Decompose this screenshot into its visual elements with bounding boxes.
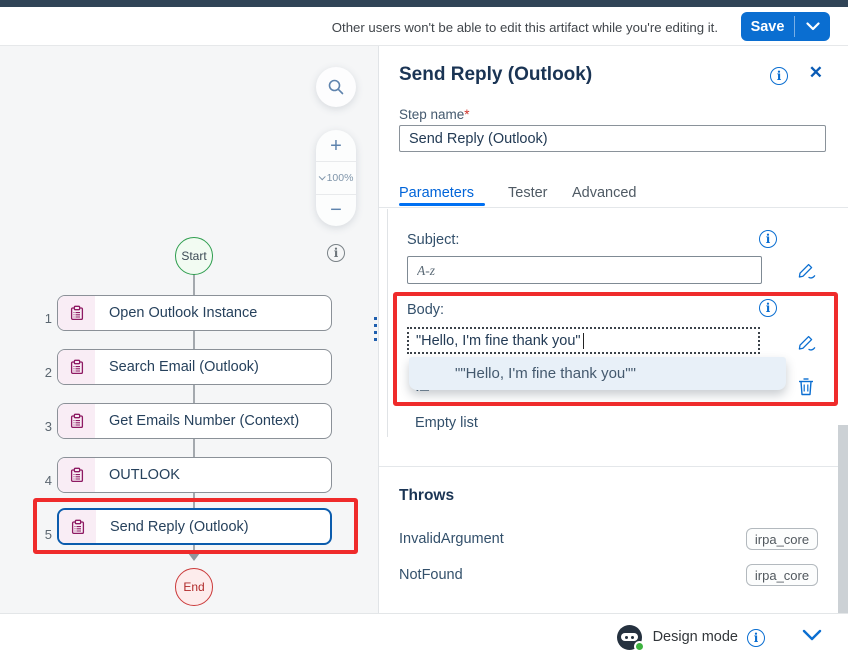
step-node-search-email[interactable]: Search Email (Outlook) bbox=[57, 349, 332, 385]
clipboard-icon bbox=[58, 350, 95, 384]
step-label: Get Emails Number (Context) bbox=[95, 404, 299, 438]
end-node[interactable]: End bbox=[175, 568, 213, 606]
search-icon bbox=[327, 78, 345, 96]
step-number: 1 bbox=[38, 311, 52, 326]
chevron-down-icon bbox=[806, 22, 820, 31]
panel-title: Send Reply (Outlook) bbox=[399, 64, 592, 86]
step-number: 3 bbox=[38, 419, 52, 434]
throws-heading: Throws bbox=[399, 487, 454, 505]
zoom-level-value: 100% bbox=[327, 172, 354, 184]
design-mode-label: Design mode bbox=[653, 629, 738, 645]
text-caret bbox=[583, 333, 584, 349]
canvas-search-button[interactable] bbox=[316, 67, 356, 107]
edit-expression-button[interactable] bbox=[795, 260, 817, 282]
tab-parameters[interactable]: Parameters bbox=[399, 185, 474, 201]
body-input-value: "Hello, I'm fine thank you" bbox=[416, 333, 581, 349]
delete-button[interactable] bbox=[795, 376, 817, 400]
step-label: Send Reply (Outlook) bbox=[96, 510, 249, 543]
bot-mode-icon bbox=[617, 625, 642, 650]
zoom-out-button[interactable]: − bbox=[316, 195, 356, 226]
zoom-controls: + 100% − bbox=[316, 130, 356, 226]
throw-item-name: InvalidArgument bbox=[399, 531, 504, 547]
status-dot-icon bbox=[634, 641, 645, 652]
step-name-input[interactable] bbox=[399, 125, 826, 152]
save-dropdown-button[interactable] bbox=[795, 12, 830, 41]
start-node[interactable]: Start bbox=[175, 237, 213, 275]
edit-lock-notice: Other users won't be able to edit this a… bbox=[332, 20, 718, 35]
chevron-down-icon bbox=[318, 174, 325, 181]
autocomplete-suggestion[interactable]: ""Hello, I'm fine thank you"" bbox=[409, 357, 786, 390]
close-icon[interactable]: ✕ bbox=[809, 63, 823, 83]
zoom-in-button[interactable]: + bbox=[316, 130, 356, 161]
step-node-open-outlook-instance[interactable]: Open Outlook Instance bbox=[57, 295, 332, 331]
info-icon[interactable]: i bbox=[770, 67, 788, 85]
autocomplete-dropdown: ""Hello, I'm fine thank you"" bbox=[409, 357, 786, 390]
edit-expression-button[interactable] bbox=[795, 332, 817, 354]
step-label: OUTLOOK bbox=[95, 458, 180, 492]
info-icon[interactable]: i bbox=[747, 629, 765, 647]
step-number: 4 bbox=[38, 473, 52, 488]
step-label: Search Email (Outlook) bbox=[95, 350, 259, 384]
step-number: 2 bbox=[38, 365, 52, 380]
pencil-icon bbox=[796, 260, 817, 281]
subject-label: Subject: bbox=[407, 232, 459, 248]
zoom-level-selector[interactable]: 100% bbox=[316, 161, 356, 194]
step-number: 5 bbox=[38, 527, 52, 542]
body-label: Body: bbox=[407, 302, 444, 318]
tab-advanced[interactable]: Advanced bbox=[572, 185, 637, 201]
panel-scrollbar[interactable] bbox=[838, 425, 848, 613]
tab-tester[interactable]: Tester bbox=[508, 185, 548, 201]
main-area: + 100% − i Start Open Outlook Instance 1… bbox=[0, 46, 848, 613]
body-input[interactable]: "Hello, I'm fine thank you" bbox=[407, 327, 760, 354]
canvas-info-icon[interactable]: i bbox=[327, 244, 345, 262]
step-name-label: Step name* bbox=[399, 107, 470, 122]
subject-input[interactable] bbox=[407, 256, 762, 284]
trash-icon bbox=[796, 376, 816, 398]
app-window: Other users won't be able to edit this a… bbox=[0, 0, 848, 661]
workflow-canvas[interactable]: + 100% − i Start Open Outlook Instance 1… bbox=[0, 46, 378, 613]
step-label: Open Outlook Instance bbox=[95, 296, 257, 330]
step-node-outlook[interactable]: OUTLOOK bbox=[57, 457, 332, 493]
step-node-send-reply-selected[interactable]: Send Reply (Outlook) bbox=[57, 508, 332, 545]
info-icon[interactable]: i bbox=[759, 230, 777, 248]
bot-visor bbox=[621, 633, 638, 641]
clipboard-icon bbox=[58, 458, 95, 492]
clipboard-icon bbox=[59, 510, 96, 543]
top-bar: Other users won't be able to edit this a… bbox=[0, 7, 848, 46]
empty-list-text: Empty list bbox=[415, 415, 478, 431]
parameters-group-border bbox=[387, 209, 388, 437]
step-details-panel: Send Reply (Outlook) i ✕ Step name* Para… bbox=[379, 46, 848, 613]
section-divider bbox=[379, 466, 848, 467]
active-tab-indicator bbox=[399, 203, 485, 206]
throw-source-badge: irpa_core bbox=[746, 564, 818, 586]
save-button[interactable]: Save bbox=[741, 12, 794, 41]
save-split-button[interactable]: Save bbox=[741, 12, 830, 41]
clipboard-icon bbox=[58, 404, 95, 438]
bottom-bar: Design mode i bbox=[0, 613, 848, 661]
pencil-icon bbox=[796, 332, 817, 353]
throw-source-badge: irpa_core bbox=[746, 528, 818, 550]
chevron-down-icon bbox=[802, 629, 822, 641]
required-marker: * bbox=[464, 107, 469, 122]
throw-item-name: NotFound bbox=[399, 567, 463, 583]
panel-resize-handle[interactable] bbox=[374, 317, 377, 341]
clipboard-icon bbox=[58, 296, 95, 330]
step-node-get-emails-number[interactable]: Get Emails Number (Context) bbox=[57, 403, 332, 439]
flow-arrow-icon bbox=[188, 553, 200, 561]
collapse-panel-button[interactable] bbox=[802, 629, 822, 644]
shell-top-strip bbox=[0, 0, 848, 7]
tabs-bottom-border bbox=[379, 207, 848, 208]
info-icon[interactable]: i bbox=[759, 299, 777, 317]
